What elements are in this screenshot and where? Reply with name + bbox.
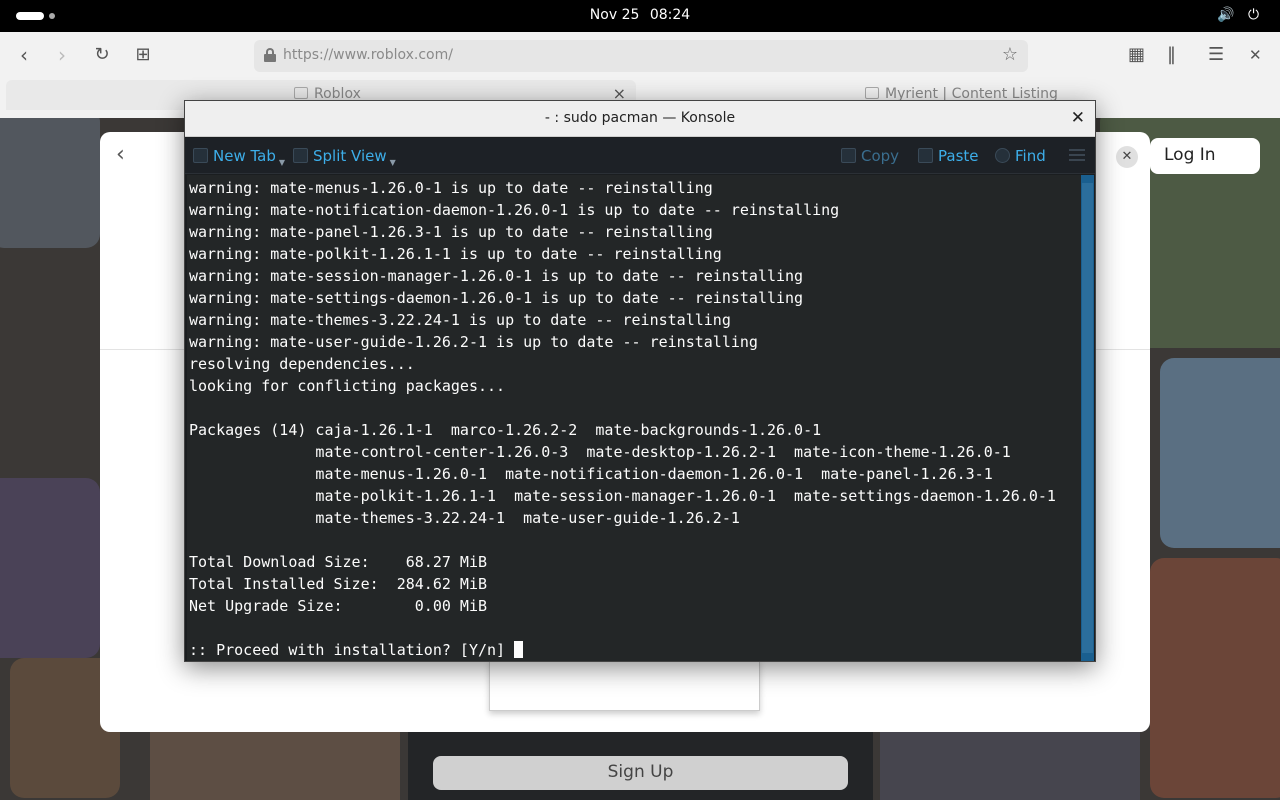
background-tile: [0, 118, 100, 248]
terminal-line: mate-polkit-1.26.1-1 mate-session-manage…: [189, 487, 1056, 505]
terminal-text: warning: mate-menus-1.26.0-1 is up to da…: [189, 177, 1056, 661]
favicon-icon: [294, 87, 308, 99]
dropdown-caret-icon: ▼: [389, 158, 396, 167]
speaker-icon[interactable]: 🔊: [1217, 7, 1234, 23]
lock-icon: [264, 48, 276, 62]
hamburger-menu-icon[interactable]: [1069, 149, 1085, 164]
terminal-line: mate-themes-3.22.24-1 mate-user-guide-1.…: [189, 509, 740, 527]
modal-input-box[interactable]: [489, 659, 760, 711]
terminal-line: warning: mate-panel-1.26.3-1 is up to da…: [189, 223, 713, 241]
terminal-line: Net Upgrade Size: 0.00 MiB: [189, 597, 488, 615]
find-button[interactable]: Find: [995, 147, 1046, 165]
window-close-icon[interactable]: ✕: [1249, 46, 1262, 64]
forward-arrow-icon[interactable]: ›: [48, 44, 76, 68]
window-titlebar[interactable]: - : sudo pacman — Konsole ✕: [185, 101, 1095, 137]
konsole-toolbar: New Tab ▼ Split View ▼ Copy Paste Find: [185, 138, 1095, 174]
copy-icon: [841, 148, 856, 163]
window-title: - : sudo pacman — Konsole: [544, 110, 736, 126]
paste-button[interactable]: Paste: [918, 147, 979, 165]
scrollbar-thumb[interactable]: [1082, 183, 1093, 653]
terminal-line: resolving dependencies...: [189, 355, 415, 373]
terminal-line: Total Download Size: 68.27 MiB: [189, 553, 488, 571]
konsole-window: - : sudo pacman — Konsole ✕ New Tab ▼ Spl…: [184, 100, 1096, 662]
terminal-scrollbar[interactable]: [1081, 175, 1094, 661]
clock-date: Nov 25: [589, 7, 640, 23]
split-view-icon: [293, 148, 308, 163]
signup-button[interactable]: Sign Up: [433, 756, 848, 790]
search-icon: [995, 148, 1010, 163]
extensions-grid-icon[interactable]: ▦: [1128, 44, 1145, 65]
new-tab-button[interactable]: New Tab ▼: [193, 147, 285, 167]
signup-panel: Sign Up: [408, 732, 873, 800]
address-bar[interactable]: https://www.roblox.com/ ☆: [254, 40, 1028, 72]
text-cursor: [514, 641, 524, 658]
power-icon[interactable]: ⏻: [1248, 7, 1259, 23]
terminal-line: warning: mate-menus-1.26.0-1 is up to da…: [189, 179, 713, 197]
clock-time: 08:24: [649, 7, 691, 23]
background-tile: [0, 478, 100, 658]
url-text: https://www.roblox.com/: [283, 47, 453, 63]
background-tile: [1150, 558, 1280, 798]
terminal-line: warning: mate-session-manager-1.26.0-1 i…: [189, 267, 804, 285]
terminal-line: warning: mate-themes-3.22.24-1 is up to …: [189, 311, 731, 329]
modal-back-arrow-icon[interactable]: ‹: [116, 142, 125, 167]
terminal-line: Total Installed Size: 284.62 MiB: [189, 575, 488, 593]
background-tile: [1160, 358, 1280, 548]
paste-icon: [918, 148, 933, 163]
back-arrow-icon[interactable]: ‹: [10, 44, 38, 68]
terminal-line: warning: mate-notification-daemon-1.26.0…: [189, 201, 840, 219]
terminal-line: warning: mate-settings-daemon-1.26.0-1 i…: [189, 289, 804, 307]
login-button[interactable]: Log In: [1150, 138, 1260, 174]
split-view-button[interactable]: Split View ▼: [293, 147, 396, 167]
library-icon[interactable]: ‖: [1167, 44, 1176, 65]
terminal-line: looking for conflicting packages...: [189, 377, 506, 395]
reload-icon[interactable]: ↻: [88, 44, 116, 68]
terminal-line: Packages (14) caja-1.26.1-1 marco-1.26.2…: [189, 421, 822, 439]
terminal-line: mate-menus-1.26.0-1 mate-notification-da…: [189, 465, 993, 483]
new-tab-icon[interactable]: ⊞: [129, 44, 157, 68]
terminal-line: mate-control-center-1.26.0-3 mate-deskto…: [189, 443, 1011, 461]
close-icon[interactable]: ✕: [1071, 108, 1085, 128]
modal-close-icon[interactable]: ✕: [1116, 146, 1138, 168]
copy-button[interactable]: Copy: [841, 147, 899, 165]
clock[interactable]: Nov 25 08:24: [0, 7, 1280, 23]
terminal-prompt: :: Proceed with installation? [Y/n]: [189, 639, 1056, 661]
terminal-line: warning: mate-user-guide-1.26.2-1 is up …: [189, 333, 758, 351]
menu-hamburger-icon[interactable]: ☰: [1208, 44, 1224, 65]
terminal-output[interactable]: warning: mate-menus-1.26.0-1 is up to da…: [187, 175, 1081, 661]
system-top-bar: Nov 25 08:24 🔊 ⏻: [0, 0, 1280, 32]
new-tab-icon: [193, 148, 208, 163]
dropdown-caret-icon: ▼: [278, 158, 286, 167]
favicon-icon: [865, 87, 879, 99]
bookmark-star-icon[interactable]: ☆: [1002, 44, 1018, 65]
terminal-line: warning: mate-polkit-1.26.1-1 is up to d…: [189, 245, 722, 263]
prompt-text: :: Proceed with installation? [Y/n]: [189, 641, 515, 659]
